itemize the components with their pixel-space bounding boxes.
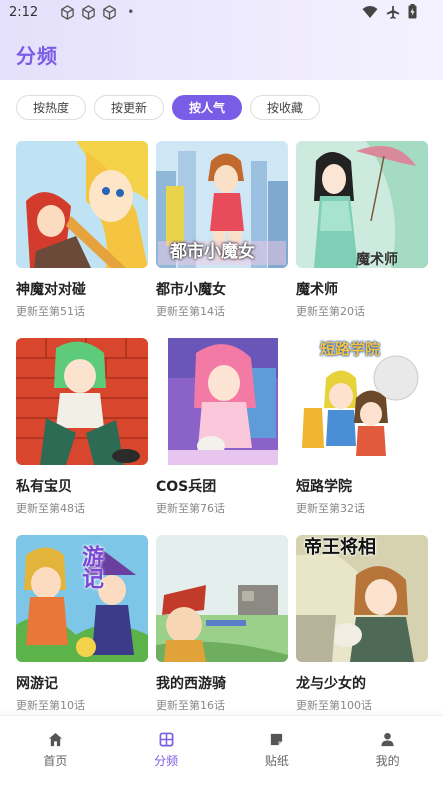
comic-cover[interactable] <box>156 535 288 662</box>
notification-icons: • <box>60 4 135 20</box>
comic-cover[interactable] <box>156 338 288 465</box>
tab-profile[interactable]: 我的 <box>332 716 443 789</box>
sort-by-views-chip[interactable]: 按人气 <box>172 95 243 120</box>
comic-update: 更新至第14话 <box>156 305 225 318</box>
comic-card[interactable]: 都市小魔女 都市小魔女 更新至第14话 <box>156 141 288 338</box>
comic-update: 更新至第10话 <box>16 699 85 712</box>
airplane-icon <box>386 5 400 19</box>
status-dot: • <box>127 5 135 19</box>
comic-title: 网游记 <box>16 676 58 692</box>
tab-category[interactable]: 分频 <box>111 716 222 789</box>
battery-icon <box>408 4 417 19</box>
comic-cover[interactable]: 短路学院 <box>296 338 428 465</box>
user-icon <box>381 732 394 747</box>
comic-card[interactable]: 魔术师 魔术师 更新至第20话 <box>296 141 428 338</box>
sort-options: 按热度 按更新 按人气 按收藏 <box>16 95 321 120</box>
wifi-icon <box>362 5 378 18</box>
system-icons <box>362 4 417 19</box>
comic-update: 更新至第32话 <box>296 502 365 515</box>
tab-label: 分频 <box>154 754 179 768</box>
comic-card[interactable]: 帝王将相 龙与少女的 更新至第100话 <box>296 535 428 732</box>
tab-home[interactable]: 首页 <box>0 716 111 789</box>
comic-cover[interactable] <box>16 141 148 268</box>
grid-icon <box>159 732 174 747</box>
comic-title: 我的西游骑 <box>156 676 226 692</box>
comic-title: 都市小魔女 <box>156 282 226 298</box>
comic-update: 更新至第51话 <box>16 305 85 318</box>
comic-update: 更新至第100话 <box>296 699 372 712</box>
home-icon <box>48 732 62 747</box>
cover-title-text: 魔术师 <box>356 252 398 268</box>
comic-card[interactable]: 神魔对对碰 更新至第51话 <box>16 141 148 338</box>
comic-cover[interactable]: 游记 <box>16 535 148 662</box>
sort-by-popularity-chip[interactable]: 按热度 <box>16 95 87 120</box>
comic-update: 更新至第16话 <box>156 699 225 712</box>
comic-cover[interactable] <box>16 338 148 465</box>
notification-cube-icon <box>103 4 116 20</box>
comic-title: 私有宝贝 <box>16 479 72 495</box>
comic-card[interactable]: 我的西游骑 更新至第16话 <box>156 535 288 732</box>
page-title: 分频 <box>16 44 58 68</box>
tab-label: 贴纸 <box>264 754 289 768</box>
cover-title-text: 游记 <box>78 545 103 589</box>
tab-label: 我的 <box>375 754 400 768</box>
comic-title: 短路学院 <box>296 479 352 495</box>
comic-update: 更新至第48话 <box>16 502 85 515</box>
comic-title: 神魔对对碰 <box>16 282 86 298</box>
sort-by-update-chip[interactable]: 按更新 <box>94 95 165 120</box>
comic-card[interactable]: 游记 网游记 更新至第10话 <box>16 535 148 732</box>
comic-card[interactable]: 短路学院 短路学院 更新至第32话 <box>296 338 428 535</box>
comic-title: 龙与少女的 <box>296 676 366 692</box>
comic-card[interactable]: 私有宝贝 更新至第48话 <box>16 338 148 535</box>
status-bar: 2:12 • <box>0 0 443 24</box>
cover-title-text: 短路学院 <box>320 340 381 358</box>
comic-title: COS兵团 <box>156 479 217 495</box>
comic-card[interactable]: COS兵团 更新至第76话 <box>156 338 288 535</box>
tab-label: 首页 <box>43 754 68 768</box>
comic-update: 更新至第76话 <box>156 502 225 515</box>
comic-cover[interactable]: 帝王将相 <box>296 535 428 662</box>
sticker-icon <box>271 733 283 746</box>
notification-cube-icon <box>61 4 74 20</box>
bottom-tab-bar: 首页 分频 贴纸 我的 <box>0 715 443 789</box>
comic-grid: 神魔对对碰 更新至第51话 都市小魔女 都市小魔女 更新至第14话 魔术师 魔术… <box>16 141 428 732</box>
comic-update: 更新至第20话 <box>296 305 365 318</box>
status-time: 2:12 <box>9 4 39 20</box>
comic-cover[interactable]: 都市小魔女 <box>156 141 288 268</box>
cover-title-text: 帝王将相 <box>304 537 376 558</box>
sort-by-favorites-chip[interactable]: 按收藏 <box>250 95 321 120</box>
comic-title: 魔术师 <box>296 282 338 298</box>
notification-cube-icon <box>82 4 95 20</box>
comic-cover[interactable]: 魔术师 <box>296 141 428 268</box>
tab-stickers[interactable]: 贴纸 <box>222 716 333 789</box>
cover-title-text: 都市小魔女 <box>170 242 255 262</box>
